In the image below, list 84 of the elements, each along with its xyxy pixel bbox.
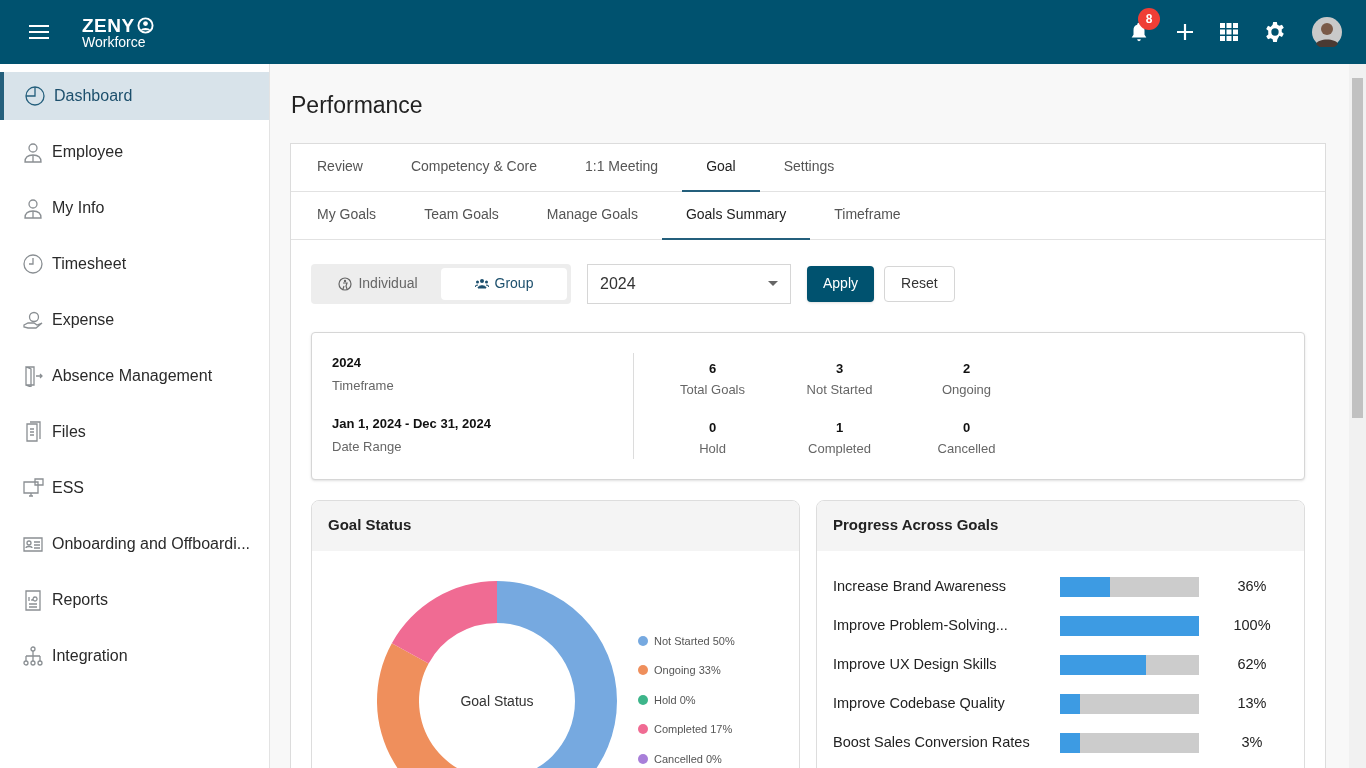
sidebar-item[interactable]: Employee	[0, 128, 269, 176]
goal-name: Improve Problem-Solving...	[833, 615, 1009, 635]
legend-label: Cancelled 0%	[654, 751, 722, 767]
notification-badge: 8	[1138, 8, 1160, 30]
goal-name: Improve UX Design Skills	[833, 654, 998, 674]
year-select[interactable]: 2024	[587, 263, 791, 304]
stat-value: 2	[962, 359, 971, 378]
stat-value: 1	[835, 418, 844, 437]
stat-label: Total Goals	[679, 381, 745, 399]
scrollbar[interactable]	[1349, 64, 1366, 768]
plus-icon[interactable]	[1176, 23, 1194, 41]
apply-button[interactable]: Apply	[807, 265, 875, 302]
tab[interactable]: Manage Goals	[522, 191, 662, 240]
progress-percent: 3%	[1240, 732, 1264, 752]
scrollbar-thumb[interactable]	[1352, 78, 1363, 418]
tab[interactable]: Team Goals	[400, 191, 523, 240]
stat-value: 0	[708, 418, 717, 437]
tab[interactable]: Timeframe	[810, 191, 925, 240]
tab[interactable]: Competency & Core	[386, 143, 561, 192]
stat-label: Hold	[699, 440, 726, 458]
info-label: Timeframe	[332, 377, 395, 395]
card-title: Goal Status	[328, 515, 412, 536]
info-label: Date Range	[332, 438, 403, 456]
tab[interactable]: Goals Summary	[661, 191, 811, 240]
door-exit-icon	[22, 365, 44, 387]
stat-label: Ongoing	[941, 381, 992, 399]
logo-subtitle: Workforce	[82, 34, 147, 49]
logo-icon	[136, 16, 154, 34]
sidebar-item[interactable]: Files	[0, 408, 269, 456]
stat-label: Cancelled	[937, 440, 996, 458]
goal-name: Boost Sales Conversion Rates	[833, 732, 1031, 752]
tab[interactable]: Settings	[759, 143, 859, 192]
avatar[interactable]	[1312, 17, 1342, 47]
sidebar-item[interactable]: Integration	[0, 632, 269, 680]
sidebar-item[interactable]: Timesheet	[0, 240, 269, 288]
info-value: 2024	[332, 353, 362, 372]
stat-value: 3	[835, 359, 844, 378]
sidebar-item[interactable]: My Info	[0, 184, 269, 232]
toggle-option[interactable]: Group	[441, 267, 567, 300]
progress-percent: 100%	[1232, 615, 1272, 635]
reset-button[interactable]: Reset	[884, 265, 955, 302]
stat-label: Completed	[808, 440, 871, 458]
tab[interactable]: 1:1 Meeting	[560, 143, 683, 192]
stat-value: 0	[962, 418, 971, 437]
settings-icon[interactable]	[1264, 21, 1286, 43]
legend-label: Hold 0%	[654, 692, 696, 708]
pie-chart-icon	[24, 85, 46, 107]
card-title: Progress Across Goals	[833, 515, 999, 536]
person-icon	[22, 141, 44, 163]
coin-hand-icon	[22, 309, 44, 331]
legend-label: Not Started 50%	[654, 633, 735, 649]
legend-label: Completed 17%	[654, 722, 733, 737]
logo-text: ZENY	[82, 15, 135, 35]
caret-icon	[768, 280, 778, 287]
apps-grid-icon[interactable]	[1220, 23, 1238, 41]
stat-label: Not Started	[806, 381, 873, 399]
tab[interactable]: Goal	[682, 143, 760, 192]
sidebar-item[interactable]: Reports	[0, 576, 269, 624]
tab[interactable]: My Goals	[293, 191, 401, 240]
legend-label: Ongoing 33%	[654, 663, 721, 678]
info-value: Jan 1, 2024 - Dec 31, 2024	[332, 414, 492, 433]
page-title: Performance	[291, 91, 424, 120]
person-icon	[22, 197, 44, 219]
chart-center-label: Goal Status	[460, 692, 534, 709]
progress-percent: 13%	[1236, 693, 1268, 713]
menu-icon[interactable]	[28, 24, 50, 40]
tab[interactable]: Review	[293, 143, 387, 192]
sidebar-item[interactable]: Dashboard	[0, 72, 269, 120]
toggle-option[interactable]: Individual	[315, 267, 441, 300]
person-icon	[338, 276, 353, 291]
sidebar-item[interactable]: Expense	[0, 296, 269, 344]
goal-name: Increase Brand Awareness	[833, 576, 1008, 596]
group-icon	[474, 276, 489, 291]
sidebar-item[interactable]: Onboarding and Offboardi...	[0, 520, 269, 568]
goal-name: Improve Codebase Quality	[833, 693, 1006, 713]
monitor-icon	[22, 477, 44, 499]
report-icon	[22, 589, 44, 611]
progress-percent: 36%	[1236, 576, 1268, 596]
sidebar-item[interactable]: ESS	[0, 464, 269, 512]
clock-icon	[22, 253, 44, 275]
hierarchy-icon	[22, 645, 44, 667]
progress-percent: 62%	[1236, 654, 1268, 674]
stat-value: 6	[708, 359, 717, 378]
sidebar-item[interactable]: Absence Management	[0, 352, 269, 400]
